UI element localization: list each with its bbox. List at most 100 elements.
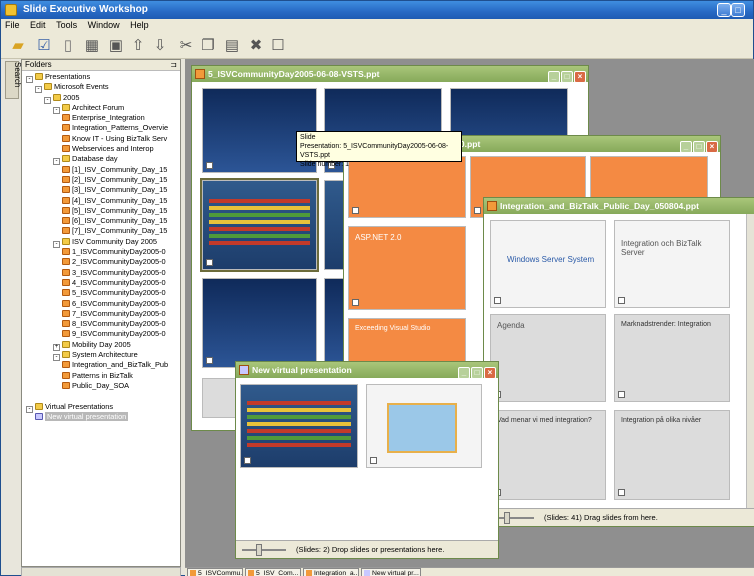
tree-folder[interactable]: - Microsoft Events — [22, 82, 180, 94]
menu-tools[interactable]: Tools — [52, 19, 81, 31]
tree-presentation[interactable]: [4]_ISV_Community_Day_15 — [22, 196, 180, 206]
maximize-button[interactable]: □ — [693, 141, 705, 152]
tree-presentation[interactable]: [6]_ISV_Community_Day_15 — [22, 216, 180, 226]
checklist-icon[interactable]: ☑ — [35, 37, 53, 55]
taskbar-item[interactable]: 5_ISVCommu... — [187, 568, 243, 576]
close-button[interactable]: × — [484, 367, 496, 378]
tree-presentation[interactable]: 5_ISVCommunityDay2005-0 — [22, 288, 180, 298]
tree-presentation[interactable]: 9_ISVCommunityDay2005-0 — [22, 329, 180, 339]
tree-presentation[interactable]: Public_Day_SOA — [22, 381, 180, 391]
menu-file[interactable]: File — [1, 19, 24, 31]
move-down-icon[interactable]: ⇩ — [151, 37, 169, 55]
taskbar-item[interactable]: Integration_a... — [303, 568, 359, 576]
tree-label: 2_ISVCommunityDay2005-0 — [72, 257, 166, 267]
app-window: Slide Executive Workshop _ □ File Edit T… — [0, 0, 754, 576]
move-up-icon[interactable]: ⇧ — [129, 37, 147, 55]
title-bar: Slide Executive Workshop _ □ — [1, 1, 753, 19]
tree-folder[interactable]: - Architect Forum — [22, 103, 180, 114]
close-button[interactable]: × — [574, 71, 586, 82]
tree-folder[interactable]: - ISV Community Day 2005 — [22, 237, 180, 248]
presentation-icon — [62, 165, 70, 173]
tree-presentation[interactable]: [5]_ISV_Community_Day_15 — [22, 206, 180, 216]
search-tab[interactable]: Search — [5, 61, 22, 99]
tree-presentation[interactable]: Patterns in BizTalk — [22, 371, 180, 381]
tree-presentation[interactable]: 7_ISVCommunityDay2005-0 — [22, 309, 180, 319]
slide-thumbnail[interactable]: Vad menar vi med integration? — [490, 410, 606, 500]
slide-thumbnail[interactable]: Agenda — [490, 314, 606, 402]
folders-horizontal-scrollbar[interactable] — [21, 567, 181, 576]
cut-icon[interactable]: ✂ — [177, 37, 195, 55]
copy-icon[interactable]: ❐ — [199, 37, 217, 55]
menu-edit[interactable]: Edit — [26, 19, 50, 31]
maximize-button[interactable]: □ — [561, 71, 573, 82]
tree-folder[interactable]: -2005 — [22, 92, 180, 104]
window-title-bar[interactable]: Integration_and_BizTalk_Public_Day_05080… — [484, 198, 754, 214]
tree-folder[interactable]: - Virtual Presentations — [22, 402, 180, 413]
tree-presentation[interactable]: 8_ISVCommunityDay2005-0 — [22, 319, 180, 329]
menu-help[interactable]: Help — [126, 19, 153, 31]
close-button[interactable]: × — [706, 141, 718, 152]
maximize-button[interactable]: □ — [731, 3, 745, 17]
window-title-bar[interactable]: New virtual presentation _ □ × — [236, 362, 498, 378]
tree-presentation[interactable]: [2]_ISV_Community_Day_15 — [22, 175, 180, 185]
vertical-scrollbar[interactable] — [746, 214, 754, 508]
save-icon[interactable]: ▣ — [107, 37, 125, 55]
taskbar-item[interactable]: 5_ISV_Com... — [245, 568, 301, 576]
tree-folder[interactable]: - Presentations — [22, 72, 180, 83]
tree-presentation[interactable]: [1]_ISV_Community_Day_15 — [22, 165, 180, 175]
tree-label: Public_Day_SOA — [72, 380, 130, 390]
menu-window[interactable]: Window — [84, 19, 124, 31]
presentation-icon — [62, 299, 70, 307]
presentation-icon — [62, 145, 70, 153]
new-document-icon[interactable]: ▯ — [59, 37, 77, 55]
tree-folder[interactable]: + Mobility Day 2005 — [22, 340, 180, 351]
tree-presentation[interactable]: 1_ISVCommunityDay2005-0 — [22, 247, 180, 257]
tree-presentation[interactable]: Integration_and_BizTalk_Pub — [22, 360, 180, 370]
slide-thumbnail[interactable] — [200, 178, 319, 272]
app-title: Slide Executive Workshop — [23, 4, 148, 15]
grid-icon[interactable]: ▦ — [83, 37, 101, 55]
tree-presentation[interactable]: Integration_Patterns_Overvie — [22, 123, 180, 133]
slide-thumbnail[interactable] — [366, 384, 482, 468]
delete-icon[interactable]: ✖ — [247, 37, 265, 55]
window-title-bar[interactable]: 5_ISVCommunityDay2005-06-08-VSTS.ppt _ □ × — [192, 66, 588, 82]
tree-label: Microsoft Events — [54, 82, 109, 92]
taskbar-item[interactable]: New virtual pr... — [361, 568, 421, 576]
tree-folder[interactable]: - System Architecture — [22, 350, 180, 362]
tree-label: Database day — [72, 154, 118, 164]
slide-thumbnail[interactable]: Integration på olika nivåer — [614, 410, 730, 500]
tree-presentation[interactable]: Know IT - Using BizTalk Serv — [22, 134, 180, 144]
slide-thumbnail[interactable]: ASP.NET 2.0 — [348, 226, 466, 310]
tree-label: 6_ISVCommunityDay2005-0 — [72, 298, 166, 308]
tree-presentation[interactable]: 4_ISVCommunityDay2005-0 — [22, 278, 180, 288]
zoom-slider[interactable] — [242, 549, 286, 551]
tree-presentation[interactable]: [3]_ISV_Community_Day_15 — [22, 185, 180, 195]
tree-presentation[interactable]: Enterprise_Integration — [22, 113, 180, 123]
pin-icon[interactable]: ⊐ — [170, 60, 177, 69]
tree-presentation[interactable]: 6_ISVCommunityDay2005-0 — [22, 299, 180, 309]
paste-icon[interactable]: ▤ — [223, 37, 241, 55]
slide-thumbnail[interactable] — [202, 278, 317, 368]
maximize-button[interactable]: □ — [471, 367, 483, 378]
tree-folder[interactable]: - Database day — [22, 154, 180, 166]
tree-presentation[interactable]: Webservices and Interop — [22, 144, 180, 154]
slide-thumbnail[interactable] — [240, 384, 358, 468]
zoom-slider-thumb[interactable] — [256, 544, 262, 556]
blank-window-icon[interactable]: ☐ — [269, 37, 287, 55]
folder-icon — [35, 73, 43, 80]
tree-presentation[interactable]: [7]_ISV_Community_Day_15 — [22, 226, 180, 236]
slide-thumbnail[interactable]: Windows Server System — [490, 220, 606, 308]
slide-thumbnail[interactable]: Marknadstrender: Integration — [614, 314, 730, 402]
zoom-slider-thumb[interactable] — [504, 512, 510, 524]
tree-presentation[interactable]: 2_ISVCommunityDay2005-0 — [22, 257, 180, 267]
minimize-button[interactable]: _ — [548, 71, 560, 82]
tree-presentation[interactable]: New virtual presentation — [22, 411, 180, 422]
folder-icon — [35, 402, 43, 410]
minimize-button[interactable]: _ — [680, 141, 692, 152]
slide-thumbnail[interactable]: Integration och BizTalk Server — [614, 220, 730, 308]
tree-label: 2005 — [63, 92, 80, 102]
minimize-button[interactable]: _ — [717, 3, 731, 17]
tree-presentation[interactable]: 3_ISVCommunityDay2005-0 — [22, 268, 180, 278]
minimize-button[interactable]: _ — [458, 367, 470, 378]
open-folder-icon[interactable]: ▰ — [9, 37, 27, 55]
